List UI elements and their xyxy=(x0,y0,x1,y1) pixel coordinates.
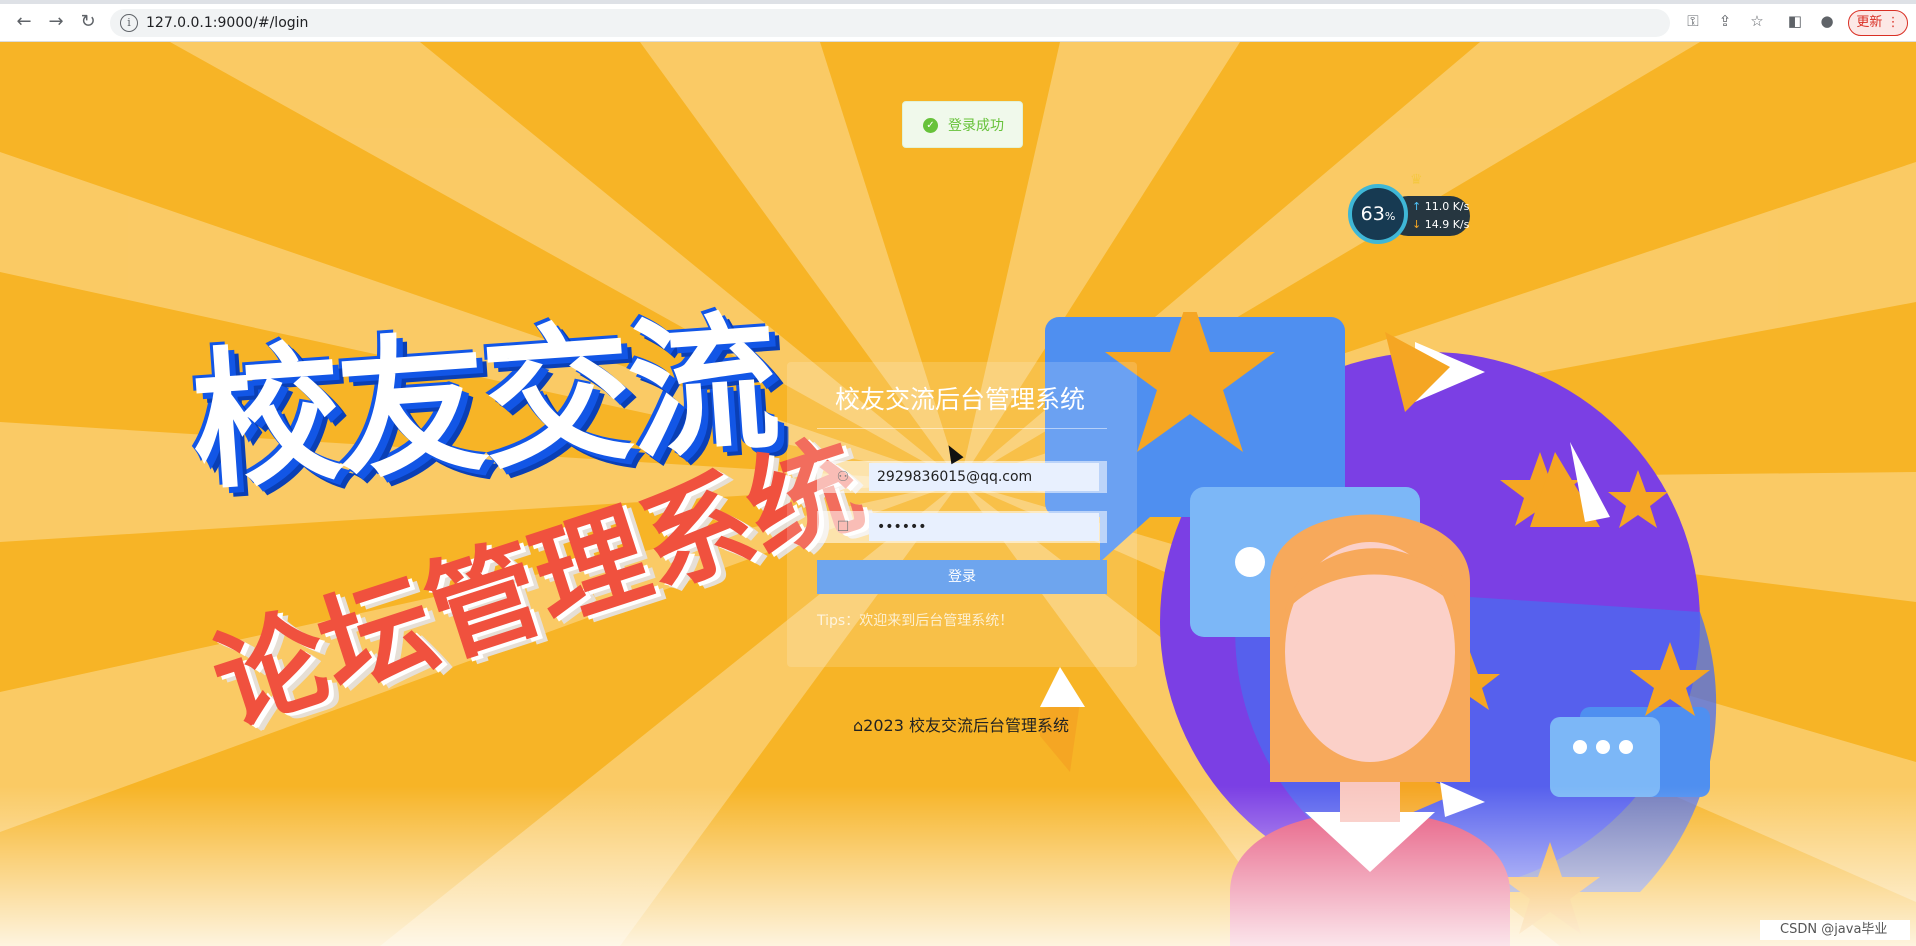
download-speed: ↓ 14.9 K/s xyxy=(1412,218,1469,231)
profile-icon[interactable]: ● xyxy=(1818,12,1836,30)
key-icon[interactable]: ⚿ xyxy=(1684,12,1702,30)
login-divider xyxy=(817,428,1107,429)
speed-percent-unit: % xyxy=(1384,210,1396,223)
lock-icon: ☐ xyxy=(836,519,850,535)
down-arrow-icon: ↓ xyxy=(1412,218,1422,231)
success-toast: ✓ 登录成功 xyxy=(902,101,1023,148)
password-input[interactable]: •••••• xyxy=(869,513,1099,541)
speed-percent: 63 xyxy=(1360,203,1385,225)
tab-strip xyxy=(0,0,1916,4)
menu-dots-icon: ⋮ xyxy=(1886,15,1900,30)
login-title: 校友交流后台管理系统 xyxy=(835,385,1086,414)
side-panel-icon[interactable]: ◧ xyxy=(1786,12,1804,30)
url-text[interactable]: 127.0.0.1:9000/#/login xyxy=(146,15,308,31)
csdn-watermark: CSDN @java毕业 xyxy=(1760,920,1910,940)
info-icon[interactable]: i xyxy=(120,14,138,32)
footer-copyright: ⌂2023 校友交流后台管理系统 xyxy=(853,712,1069,736)
speed-percent-ring: 63% xyxy=(1348,184,1408,244)
username-input[interactable]: 2929836015@qq.com xyxy=(869,463,1099,491)
crown-icon: ♛ xyxy=(1410,172,1423,188)
login-page: 校友交流 论坛管理系统 校友交流后台管理系统 ⚇ 2929836015@qq.c… xyxy=(0,42,1916,946)
update-button[interactable]: 更新 ⋮ xyxy=(1848,10,1908,36)
upload-speed-value: 11.0 K/s xyxy=(1424,200,1470,213)
network-speed-widget[interactable]: 63% ♛ ↑ 11.0 K/s ↓ 14.9 K/s xyxy=(1348,172,1470,246)
password-field[interactable]: ☐ •••••• xyxy=(817,511,1107,543)
back-icon[interactable]: ← xyxy=(14,12,34,32)
up-arrow-icon: ↑ xyxy=(1412,200,1422,213)
update-label: 更新 xyxy=(1856,15,1883,30)
bookmark-star-icon[interactable]: ☆ xyxy=(1748,12,1766,30)
forward-icon[interactable]: → xyxy=(46,12,66,32)
login-tips: Tips：欢迎来到后台管理系统！ xyxy=(817,613,1014,629)
success-check-icon: ✓ xyxy=(923,118,938,133)
share-icon[interactable]: ⇪ xyxy=(1716,12,1734,30)
username-field[interactable]: ⚇ 2929836015@qq.com xyxy=(817,461,1107,493)
reload-icon[interactable]: ↻ xyxy=(78,12,98,32)
download-speed-value: 14.9 K/s xyxy=(1424,218,1470,231)
user-icon: ⚇ xyxy=(836,469,850,485)
upload-speed: ↑ 11.0 K/s xyxy=(1412,200,1469,213)
toast-message: 登录成功 xyxy=(948,118,1004,134)
footer-text: 2023 校友交流后台管理系统 xyxy=(863,716,1069,735)
login-button[interactable]: 登录 xyxy=(817,560,1107,594)
address-bar[interactable]: i 127.0.0.1:9000/#/login xyxy=(110,9,1670,37)
bottom-fade xyxy=(0,786,1916,946)
home-icon: ⌂ xyxy=(853,716,864,735)
login-card: 校友交流后台管理系统 ⚇ 2929836015@qq.com ☐ •••••• … xyxy=(787,362,1137,667)
browser-chrome: ← → ↻ i 127.0.0.1:9000/#/login ⚿ ⇪ ☆ ◧ ●… xyxy=(0,0,1916,42)
